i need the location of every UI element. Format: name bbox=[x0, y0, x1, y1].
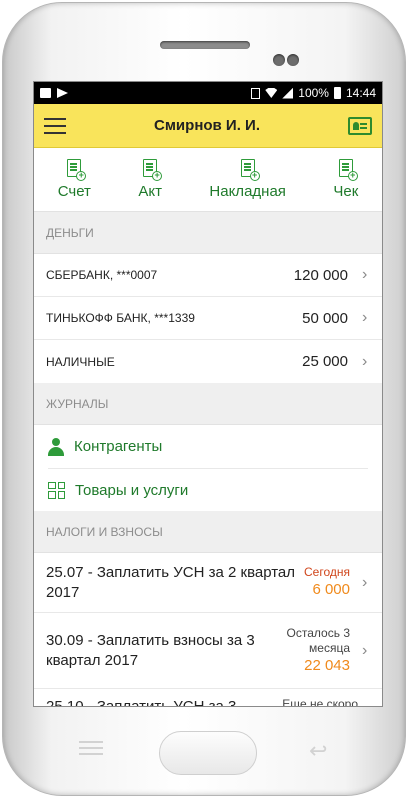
chevron-right-icon: › bbox=[362, 573, 368, 591]
section-header-taxes: НАЛОГИ И ВЗНОСЫ bbox=[34, 511, 382, 553]
new-document-icon: + bbox=[338, 159, 358, 181]
money-row[interactable]: ТИНЬКОФФ БАНК, ***1339 50 000 › bbox=[34, 297, 382, 340]
battery-percent: 100% bbox=[298, 86, 329, 100]
chevron-right-icon: › bbox=[362, 641, 368, 659]
back-key-icon[interactable]: ↩ bbox=[309, 738, 327, 764]
journal-label: Контрагенты bbox=[74, 438, 163, 455]
hardware-menu-key[interactable] bbox=[79, 741, 103, 759]
clock: 14:44 bbox=[345, 86, 376, 100]
phone-frame: 100% 14:44 Смирнов И. И. + Счет + Акт + … bbox=[2, 2, 406, 796]
money-row[interactable]: СБЕРБАНК, ***0007 120 000 › bbox=[34, 254, 382, 297]
create-receipt-label: Чек bbox=[333, 183, 359, 200]
grid-icon bbox=[48, 481, 65, 499]
image-notification-icon bbox=[40, 88, 51, 98]
section-header-money: ДЕНЬГИ bbox=[34, 212, 382, 254]
account-name: СБЕРБАНК, ***0007 bbox=[46, 268, 158, 282]
person-icon bbox=[48, 437, 64, 456]
create-waybill-button[interactable]: + Накладная bbox=[209, 159, 286, 200]
tax-task-row[interactable]: 25.10 - Заплатить УСН за 3 Еще не скоро bbox=[34, 689, 382, 707]
front-camera bbox=[273, 54, 285, 66]
proximity-sensor bbox=[287, 54, 299, 66]
money-row[interactable]: НАЛИЧНЫЕ 25 000 › bbox=[34, 340, 382, 383]
vibrate-icon bbox=[251, 87, 261, 99]
chevron-right-icon: › bbox=[362, 266, 368, 283]
battery-icon bbox=[333, 87, 341, 99]
tax-task-text: 25.07 - Заплатить УСН за 2 квартал 2017 bbox=[46, 563, 296, 601]
earpiece-speaker bbox=[160, 41, 250, 49]
wifi-icon bbox=[265, 88, 278, 98]
tax-amount: 6 000 bbox=[312, 581, 350, 598]
new-document-icon: + bbox=[143, 159, 163, 181]
journal-label: Товары и услуги bbox=[75, 481, 189, 499]
journal-item-counterparties[interactable]: Контрагенты bbox=[34, 425, 382, 468]
section-header-journals: ЖУРНАЛЫ bbox=[34, 383, 382, 425]
account-name: ТИНЬКОФФ БАНК, ***1339 bbox=[46, 311, 195, 325]
tax-due-status: Осталось 3 месяца bbox=[286, 625, 350, 655]
tax-amount: 22 043 bbox=[304, 656, 350, 674]
chevron-right-icon: › bbox=[362, 309, 368, 326]
signal-icon bbox=[282, 87, 294, 99]
account-balance: 120 000 bbox=[293, 266, 348, 284]
new-document-icon: + bbox=[67, 159, 87, 181]
menu-icon[interactable] bbox=[44, 117, 66, 134]
create-receipt-button[interactable]: + Чек bbox=[333, 159, 358, 200]
quick-actions: + Счет + Акт + Накладная + Чек bbox=[34, 148, 382, 212]
home-button[interactable] bbox=[159, 731, 257, 775]
create-invoice-button[interactable]: + Счет bbox=[58, 159, 91, 200]
page-title: Смирнов И. И. bbox=[154, 117, 260, 134]
tax-task-row[interactable]: 25.07 - Заплатить УСН за 2 квартал 2017 … bbox=[34, 553, 382, 613]
account-name: НАЛИЧНЫЕ bbox=[46, 354, 115, 369]
chevron-right-icon: › bbox=[362, 352, 368, 370]
tax-task-text: 25.10 - Заплатить УСН за 3 bbox=[46, 698, 237, 707]
create-waybill-label: Накладная bbox=[209, 183, 286, 200]
screen: 100% 14:44 Смирнов И. И. + Счет + Акт + … bbox=[33, 81, 383, 707]
tax-task-row[interactable]: 30.09 - Заплатить взносы за 3 квартал 20… bbox=[34, 613, 382, 689]
app-bar: Смирнов И. И. bbox=[34, 104, 382, 148]
create-act-button[interactable]: + Акт bbox=[138, 159, 163, 200]
flag-notification-icon bbox=[57, 88, 68, 98]
tax-task-text: 30.09 - Заплатить взносы за 3 квартал 20… bbox=[46, 631, 255, 669]
account-balance: 25 000 bbox=[302, 353, 348, 370]
account-balance: 50 000 bbox=[302, 309, 348, 327]
tax-due-status: Сегодня bbox=[304, 565, 350, 579]
status-bar: 100% 14:44 bbox=[34, 82, 382, 104]
contact-card-icon[interactable] bbox=[348, 116, 372, 135]
create-invoice-label: Счет bbox=[57, 183, 91, 200]
create-act-label: Акт bbox=[138, 183, 162, 200]
tax-due-status: Еще не скоро bbox=[282, 697, 358, 707]
journal-item-goods-services[interactable]: Товары и услуги bbox=[48, 468, 368, 511]
new-document-icon: + bbox=[240, 159, 260, 181]
